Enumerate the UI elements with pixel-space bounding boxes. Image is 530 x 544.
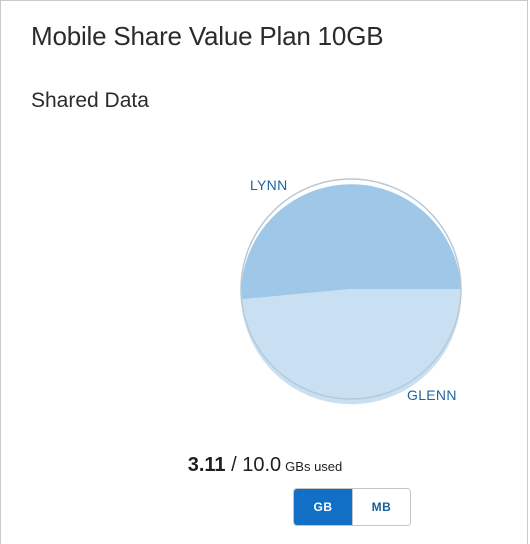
unit-toggle-gb-button[interactable]: GB (294, 489, 352, 525)
usage-summary: 3.11 / 10.0 GBs used (1, 454, 529, 477)
unit-toggle-mb-button[interactable]: MB (352, 489, 410, 525)
usage-separator: / (225, 454, 243, 476)
usage-unit-label: GBs used (285, 459, 343, 474)
usage-used-value: 3.11 (187, 454, 226, 476)
pie-label-lynn: LYNN (250, 177, 288, 193)
pie-slice-lynn (241, 184, 461, 300)
plan-panel: Mobile Share Value Plan 10GB Shared Data… (0, 0, 528, 544)
section-title: Shared Data (31, 89, 149, 112)
unit-toggle: GB MB (293, 488, 411, 526)
plan-title: Mobile Share Value Plan 10GB (31, 21, 384, 51)
shared-data-pie-chart (231, 171, 471, 411)
pie-label-glenn: GLENN (407, 387, 457, 403)
pie-svg (240, 178, 462, 405)
usage-total-value: 10.0 (242, 454, 282, 476)
